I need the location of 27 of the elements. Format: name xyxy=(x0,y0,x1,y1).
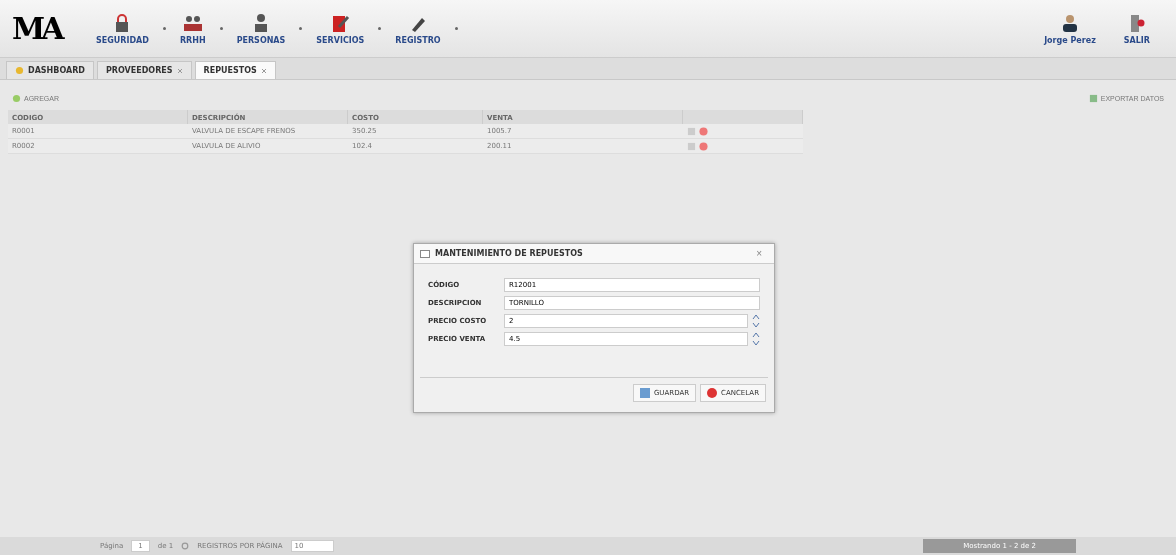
dropdown-dot-icon xyxy=(378,27,382,30)
logo: MA xyxy=(12,11,63,46)
spinner-arrows-icon[interactable] xyxy=(752,314,760,328)
spinner-arrows-icon[interactable] xyxy=(752,332,760,346)
window-icon xyxy=(420,249,430,258)
dialog-title: MANTENIMIENTO DE REPUESTOS xyxy=(435,249,584,258)
spreadsheet-icon xyxy=(1088,93,1098,103)
nav-menu-item[interactable]: PERSONAS xyxy=(222,12,300,45)
logout-button[interactable]: SALIR xyxy=(1109,12,1164,45)
close-button[interactable]: × xyxy=(750,247,768,260)
dropdown-dot-icon xyxy=(219,27,223,30)
tab[interactable]: PROVEEDORES xyxy=(96,61,192,79)
close-icon[interactable] xyxy=(176,67,183,74)
dropdown-dot-icon xyxy=(162,27,166,30)
add-icon xyxy=(12,93,21,103)
nav-menu-item[interactable]: SERVICIOS xyxy=(302,12,379,45)
dropdown-dot-icon xyxy=(299,27,303,30)
cancel-icon xyxy=(707,388,718,398)
nav-menu-item[interactable]: REGISTRO xyxy=(381,12,455,45)
tab[interactable]: REPUESTOS xyxy=(194,61,276,79)
nav-menu-item[interactable]: RRHH xyxy=(165,12,220,45)
nav-menu-item[interactable]: SEGURIDAD xyxy=(82,12,163,45)
refresh-icon[interactable] xyxy=(181,542,190,550)
close-icon[interactable] xyxy=(260,67,267,74)
tab[interactable]: DASHBOARD xyxy=(6,61,94,79)
user-menu[interactable]: Jorge Perez xyxy=(1030,12,1110,45)
dropdown-dot-icon xyxy=(454,27,458,30)
